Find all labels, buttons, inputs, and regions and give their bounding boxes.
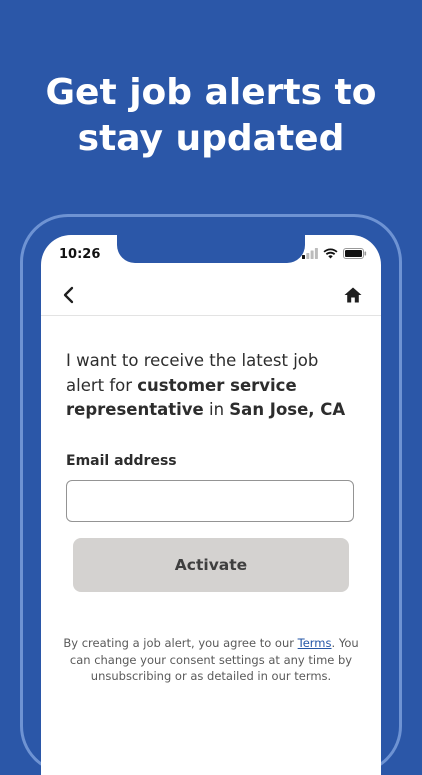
battery-icon [343, 248, 367, 259]
email-field[interactable] [66, 480, 354, 522]
intro-connector: in [203, 400, 230, 419]
wifi-icon [323, 248, 338, 259]
headline-line-2: stay updated [77, 118, 345, 159]
alert-description: I want to receive the latest job alert f… [66, 349, 361, 423]
home-icon [344, 287, 362, 303]
terms-link[interactable]: Terms [298, 636, 332, 650]
promo-headline: Get job alerts to stay updated [0, 70, 422, 162]
consent-text: By creating a job alert, you agree to ou… [61, 635, 361, 685]
headline-line-1: Get job alerts to [45, 72, 377, 113]
intro-location: San Jose, CA [229, 400, 346, 419]
status-time: 10:26 [59, 247, 101, 262]
signal-icon [302, 248, 318, 259]
back-button[interactable] [59, 285, 79, 305]
activate-button[interactable]: Activate [73, 538, 349, 592]
consent-before-link: By creating a job alert, you agree to ou… [63, 636, 298, 650]
status-icons [302, 248, 367, 259]
email-label: Email address [66, 453, 177, 469]
chevron-left-icon [63, 286, 74, 304]
phone-screen: 10:26 I want to receive the latest job a… [41, 235, 381, 775]
navbar [41, 275, 381, 316]
phone-notch [117, 235, 305, 263]
home-button[interactable] [343, 285, 363, 305]
